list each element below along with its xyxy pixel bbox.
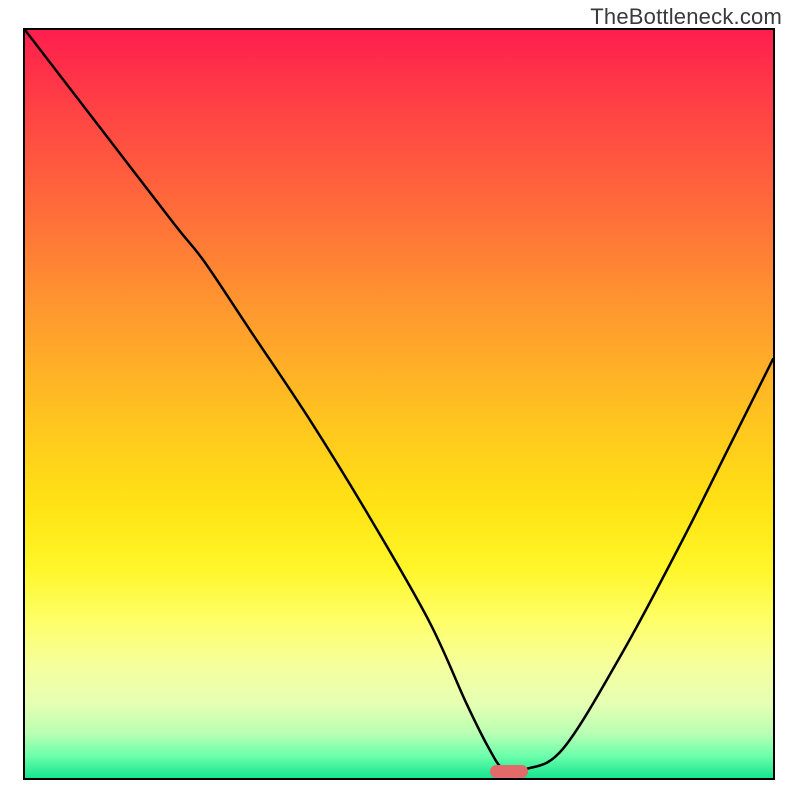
watermark-text: TheBottleneck.com [590, 4, 782, 30]
bottleneck-curve [25, 30, 773, 778]
curve-path [25, 30, 773, 772]
chart-container: TheBottleneck.com [0, 0, 800, 800]
valley-marker [490, 765, 528, 778]
plot-frame [23, 28, 775, 780]
